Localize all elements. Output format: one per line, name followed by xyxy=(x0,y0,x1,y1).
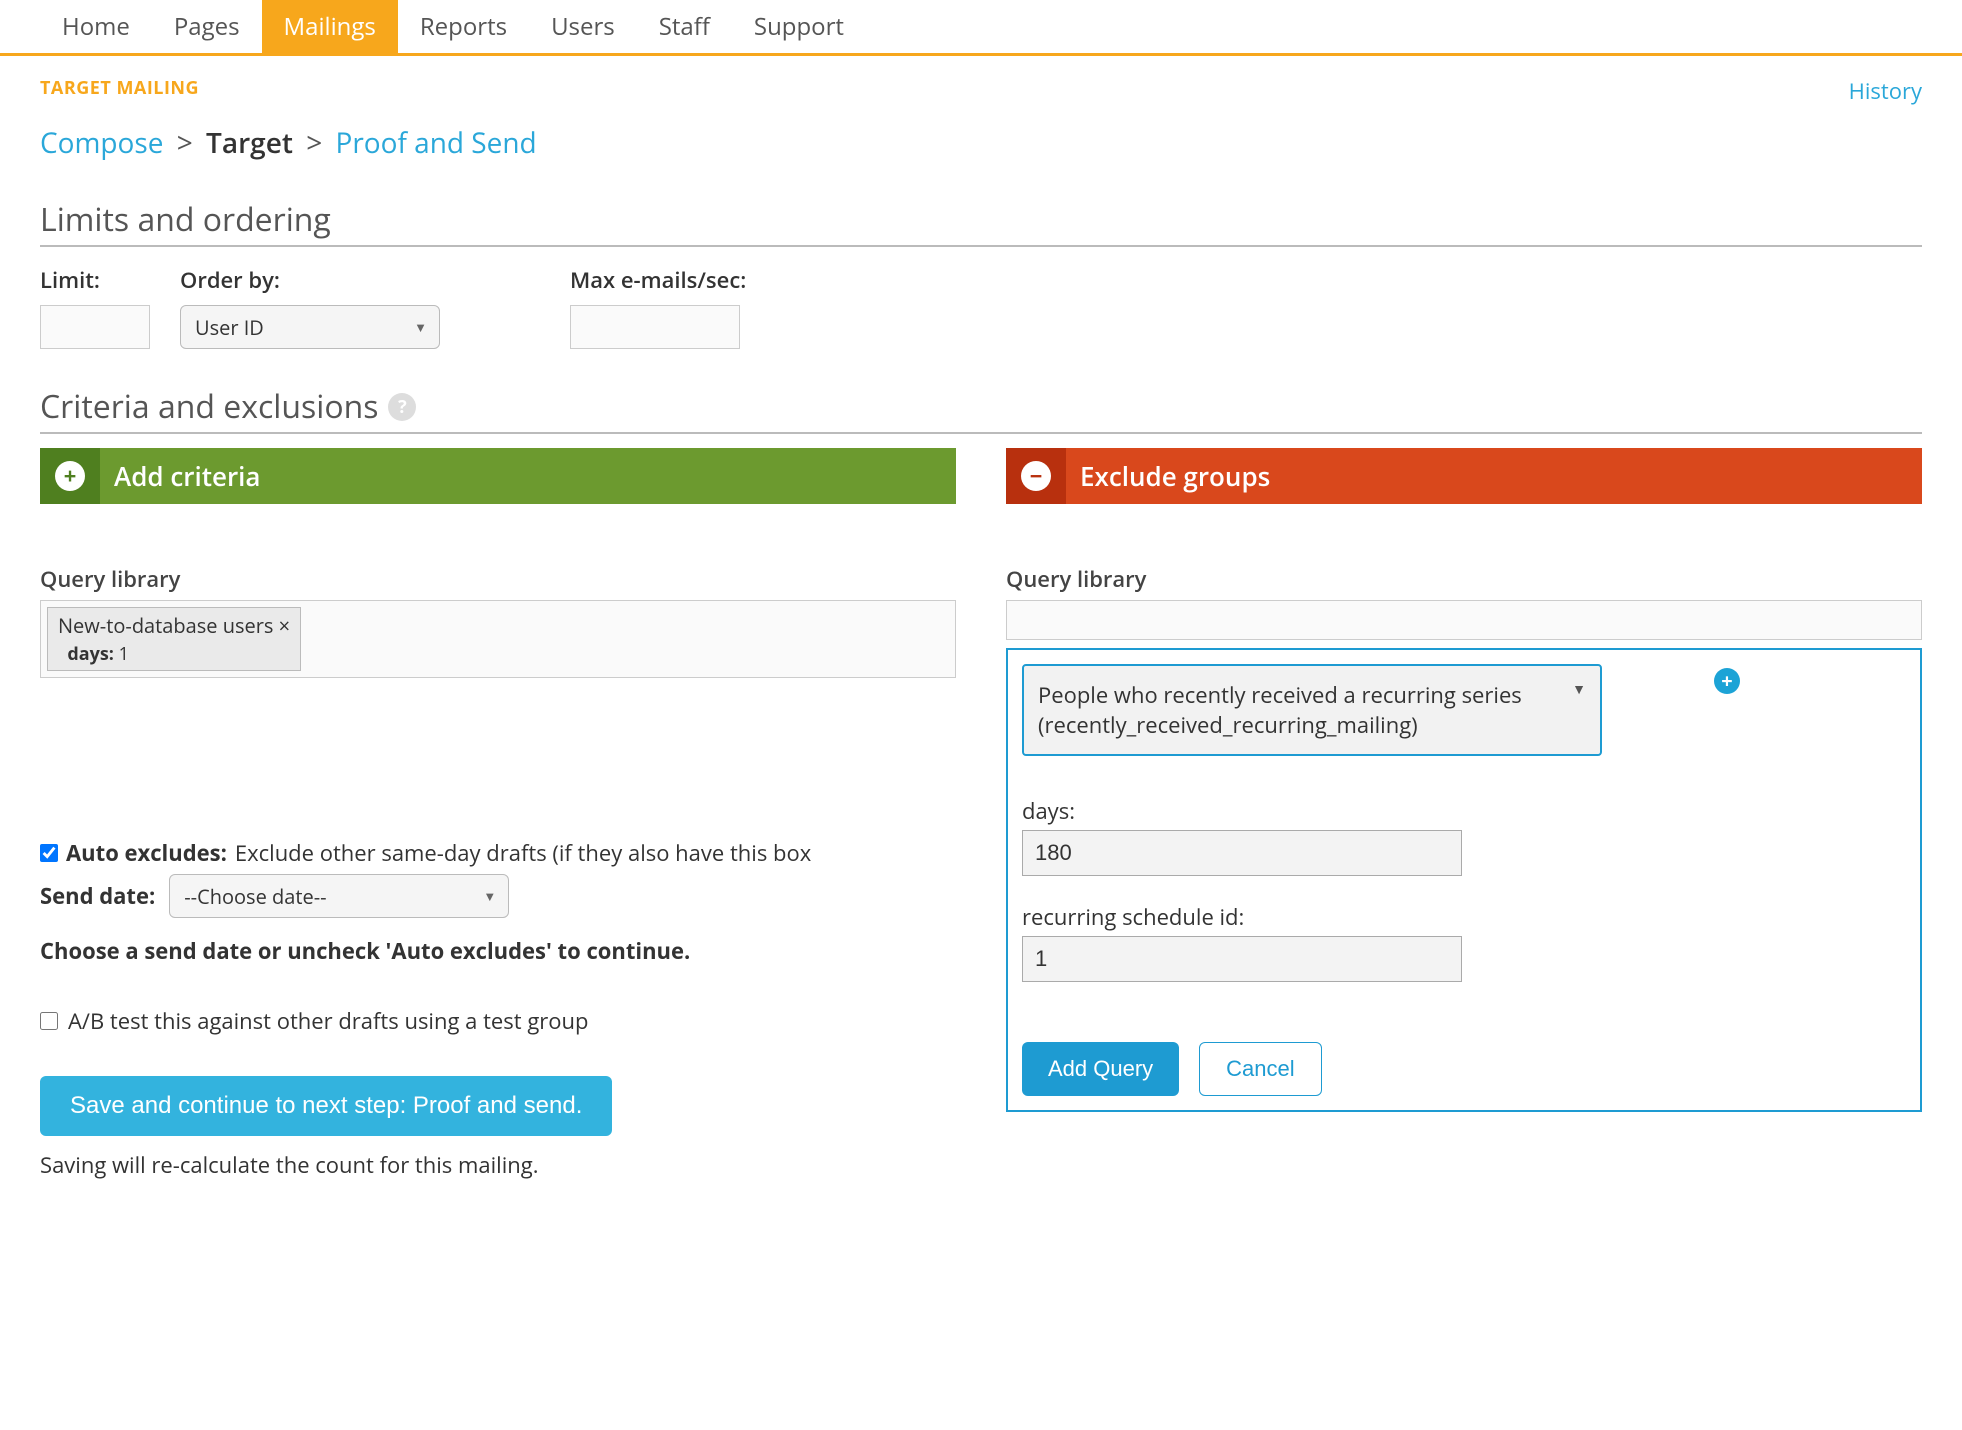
limit-input[interactable] xyxy=(40,305,150,349)
days-param-input[interactable] xyxy=(1022,830,1462,876)
max-emails-group: Max e-mails/sec: xyxy=(570,265,746,349)
query-library-label-right: Query library xyxy=(1006,564,1922,594)
exclude-query-select[interactable]: People who recently received a recurring… xyxy=(1022,664,1602,756)
schedule-param-input[interactable] xyxy=(1022,936,1462,982)
query-library-box-right[interactable] xyxy=(1006,600,1922,640)
limit-group: Limit: xyxy=(40,265,150,349)
exclude-groups-label: Exclude groups xyxy=(1066,458,1270,494)
max-emails-input[interactable] xyxy=(570,305,740,349)
exclude-groups-banner[interactable]: Exclude groups xyxy=(1006,448,1922,504)
send-date-label: Send date: xyxy=(40,881,155,911)
order-by-group: Order by: User ID xyxy=(180,265,440,349)
ab-test-checkbox[interactable] xyxy=(40,1012,58,1030)
max-emails-label: Max e-mails/sec: xyxy=(570,265,746,295)
auto-excludes-line: Auto excludes: Exclude other same-day dr… xyxy=(40,838,956,868)
limit-label: Limit: xyxy=(40,265,150,295)
nav-mailings[interactable]: Mailings xyxy=(262,0,398,53)
breadcrumb-sep-2: > xyxy=(306,124,322,162)
nav-staff[interactable]: Staff xyxy=(637,0,732,53)
add-criteria-icon-box xyxy=(40,448,100,504)
send-date-select[interactable]: --Choose date-- xyxy=(169,874,509,918)
add-criteria-label: Add criteria xyxy=(100,458,261,494)
save-note: Saving will re-calculate the count for t… xyxy=(40,1150,956,1180)
send-date-value: --Choose date-- xyxy=(184,883,326,910)
exclude-panel: People who recently received a recurring… xyxy=(1006,648,1922,1112)
order-by-label: Order by: xyxy=(180,265,440,295)
breadcrumb: Compose > Target > Proof and Send xyxy=(40,124,1922,162)
add-query-button[interactable]: Add Query xyxy=(1022,1042,1179,1096)
criteria-tag-name: New-to-database users × xyxy=(58,612,290,639)
criteria-title: Criteria and exclusions ? xyxy=(40,385,1922,434)
days-param-label: days: xyxy=(1022,796,1906,826)
auto-excludes-label: Auto excludes: xyxy=(66,838,227,868)
criteria-tag-param: days: 1 xyxy=(58,642,129,666)
help-icon[interactable]: ? xyxy=(388,393,416,421)
criteria-tag[interactable]: New-to-database users × days: 1 xyxy=(47,607,301,671)
query-library-box-left[interactable]: New-to-database users × days: 1 xyxy=(40,600,956,678)
ab-test-label: A/B test this against other drafts using… xyxy=(68,1006,588,1036)
auto-excludes-description: Exclude other same-day drafts (if they a… xyxy=(235,838,811,868)
nav-support[interactable]: Support xyxy=(732,0,866,53)
nav-users[interactable]: Users xyxy=(529,0,637,53)
target-mailing-label: TARGET MAILING xyxy=(40,76,199,100)
exclude-query-value: People who recently received a recurring… xyxy=(1038,680,1522,740)
order-by-value: User ID xyxy=(195,314,264,341)
limits-title: Limits and ordering xyxy=(40,198,1922,247)
breadcrumb-target: Target xyxy=(206,124,293,162)
exclude-groups-icon-box xyxy=(1006,448,1066,504)
order-by-select[interactable]: User ID xyxy=(180,305,440,349)
query-library-label-left: Query library xyxy=(40,564,956,594)
top-nav: Home Pages Mailings Reports Users Staff … xyxy=(0,0,1962,56)
plus-icon xyxy=(55,461,85,491)
add-exclude-icon[interactable] xyxy=(1714,668,1740,694)
send-date-warning: Choose a send date or uncheck 'Auto excl… xyxy=(40,936,956,966)
save-continue-button[interactable]: Save and continue to next step: Proof an… xyxy=(40,1076,612,1136)
breadcrumb-sep-1: > xyxy=(177,124,193,162)
breadcrumb-compose[interactable]: Compose xyxy=(40,124,163,162)
cancel-button[interactable]: Cancel xyxy=(1199,1042,1321,1096)
history-link[interactable]: History xyxy=(1849,76,1922,106)
auto-excludes-checkbox[interactable] xyxy=(40,844,58,862)
nav-pages[interactable]: Pages xyxy=(152,0,262,53)
nav-home[interactable]: Home xyxy=(40,0,152,53)
minus-icon xyxy=(1021,461,1051,491)
breadcrumb-proof-and-send[interactable]: Proof and Send xyxy=(335,124,536,162)
add-criteria-banner[interactable]: Add criteria xyxy=(40,448,956,504)
nav-reports[interactable]: Reports xyxy=(398,0,529,53)
criteria-title-text: Criteria and exclusions xyxy=(40,385,378,428)
schedule-param-label: recurring schedule id: xyxy=(1022,902,1906,932)
